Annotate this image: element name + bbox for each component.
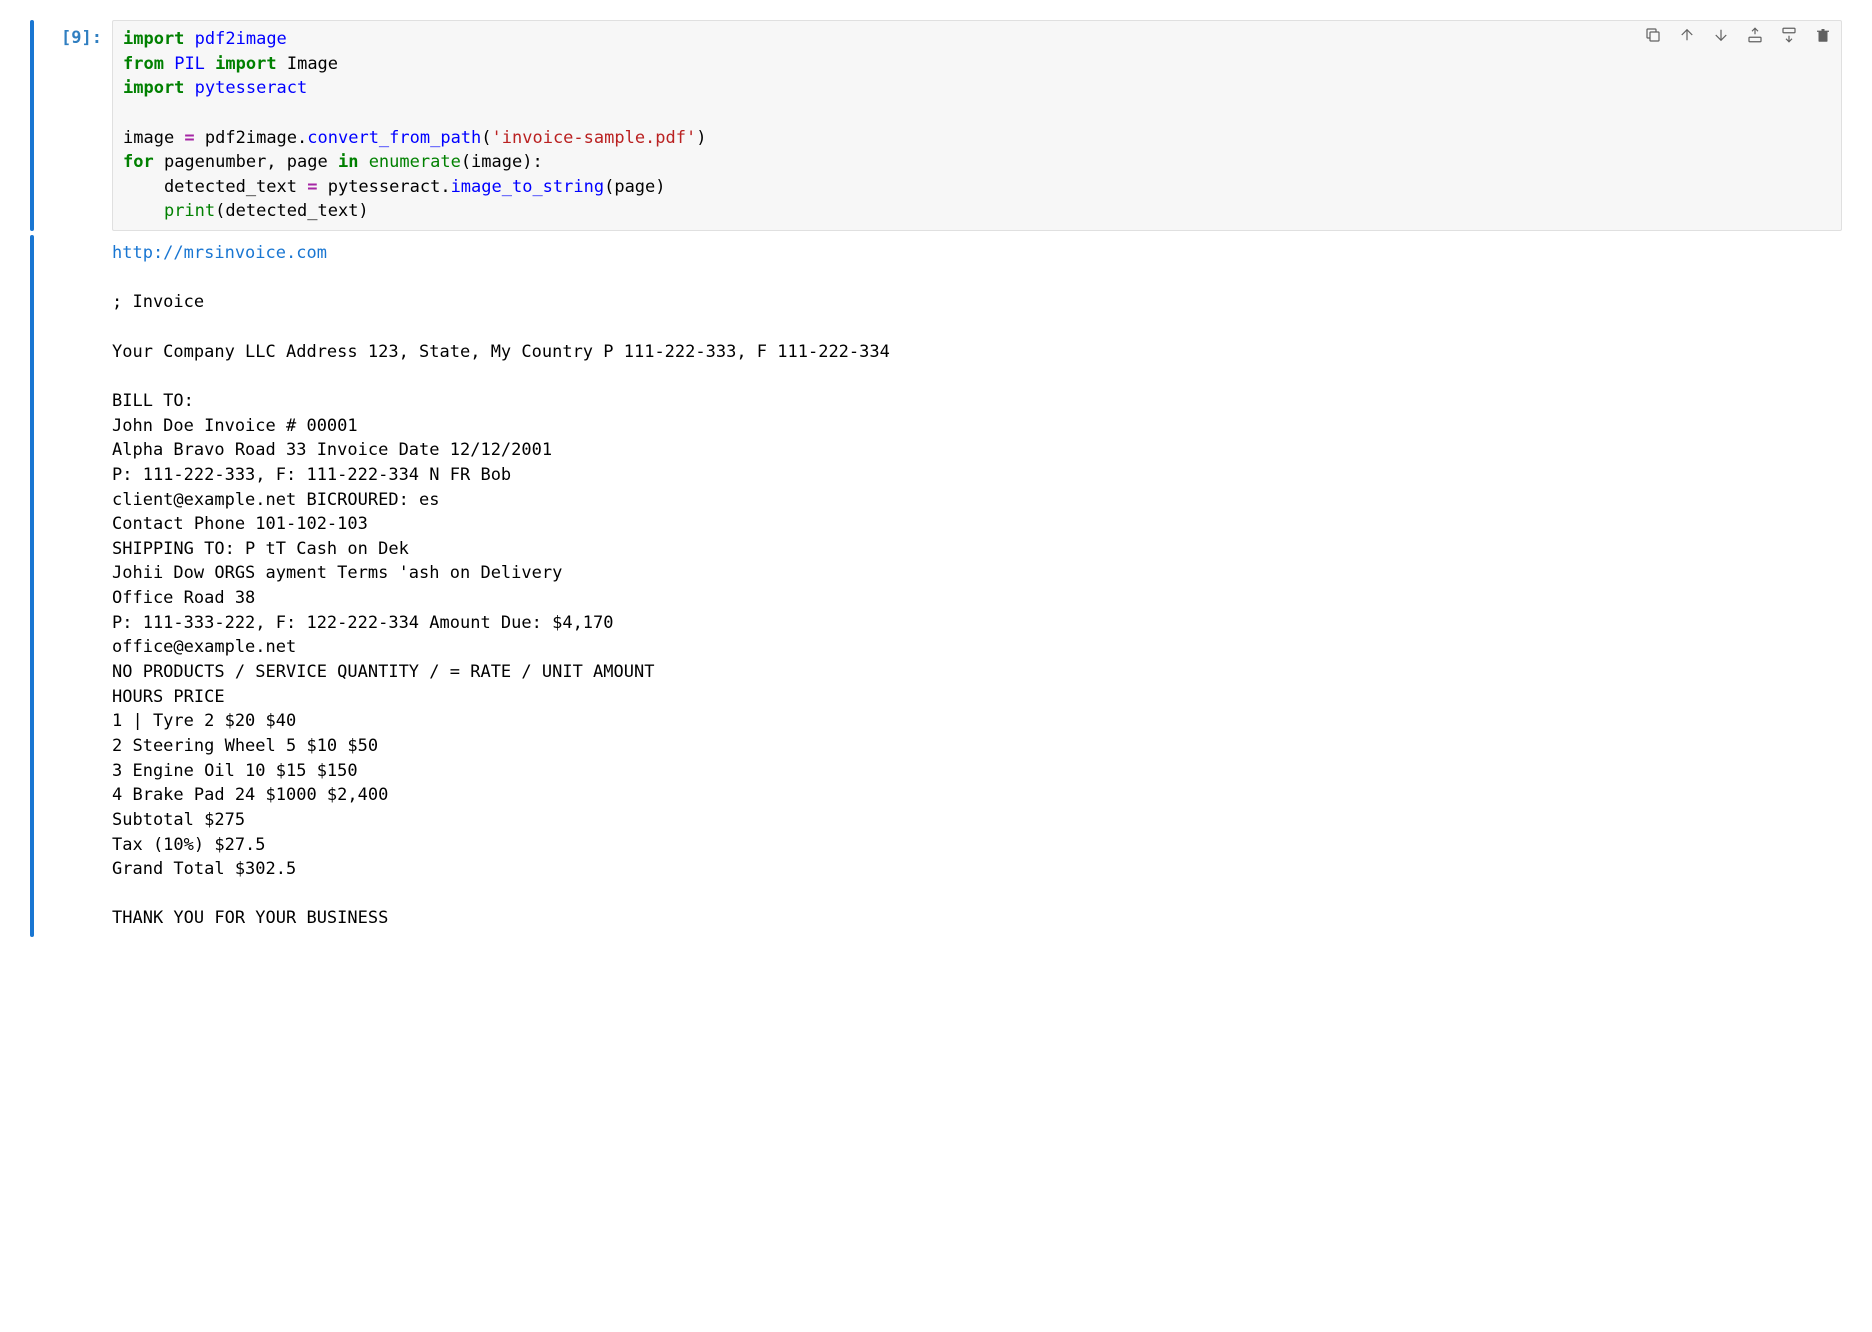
dot: . — [440, 177, 450, 197]
dot: . — [297, 128, 307, 148]
paren: ) — [696, 128, 706, 148]
builtin: enumerate — [369, 152, 461, 172]
builtin: print — [164, 201, 215, 221]
rest: (page) — [604, 177, 665, 197]
insert-below-icon[interactable] — [1779, 25, 1799, 45]
op: = — [184, 128, 194, 148]
rest: (detected_text) — [215, 201, 369, 221]
insert-above-icon[interactable] — [1745, 25, 1765, 45]
kw-import: import — [215, 54, 276, 74]
duplicate-icon[interactable] — [1643, 25, 1663, 45]
rest: (image): — [461, 152, 543, 172]
sp — [358, 152, 368, 172]
input-collapser[interactable] — [30, 20, 34, 231]
imported-name: Image — [287, 54, 338, 74]
kw-in: in — [338, 152, 358, 172]
output-link[interactable]: http://mrsinvoice.com — [112, 243, 327, 263]
move-down-icon[interactable] — [1711, 25, 1731, 45]
kw-import: import — [123, 78, 184, 98]
fn-call: image_to_string — [451, 177, 605, 197]
string-literal: 'invoice-sample.pdf' — [492, 128, 697, 148]
module-name: pytesseract — [195, 78, 308, 98]
notebook-cell: [9]: — [30, 20, 1842, 937]
op: = — [307, 177, 317, 197]
fn-call: convert_from_path — [307, 128, 481, 148]
code-content: import pdf2image from PIL import Image i… — [123, 27, 1831, 224]
indent — [123, 201, 164, 221]
output-collapser[interactable] — [30, 235, 34, 937]
var: image — [123, 128, 184, 148]
input-prompt: [9]: — [42, 20, 112, 231]
cell-toolbar — [1643, 25, 1833, 45]
var: detected_text — [123, 177, 307, 197]
output-text: http://mrsinvoice.com ; Invoice Your Com… — [112, 235, 1842, 937]
code-input-area[interactable]: import pdf2image from PIL import Image i… — [112, 20, 1842, 231]
module-name: PIL — [174, 54, 205, 74]
output-prompt — [42, 235, 112, 937]
obj: pytesseract — [317, 177, 440, 197]
output-row: http://mrsinvoice.com ; Invoice Your Com… — [30, 235, 1842, 937]
output-body: ; Invoice Your Company LLC Address 123, … — [112, 292, 890, 928]
kw-for: for — [123, 152, 154, 172]
delete-icon[interactable] — [1813, 25, 1833, 45]
kw-from: from — [123, 54, 164, 74]
kw-import: import — [123, 29, 184, 49]
vars: pagenumber, page — [154, 152, 338, 172]
paren: ( — [481, 128, 491, 148]
move-up-icon[interactable] — [1677, 25, 1697, 45]
obj: pdf2image — [195, 128, 297, 148]
input-row: [9]: — [30, 20, 1842, 231]
module-name: pdf2image — [195, 29, 287, 49]
